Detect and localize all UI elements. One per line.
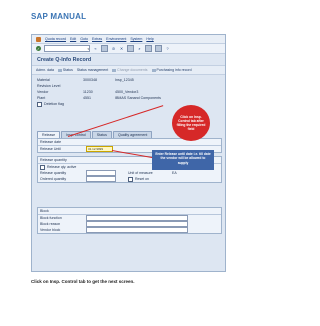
- reset-on-checkbox[interactable]: [128, 176, 133, 182]
- back-icon[interactable]: «: [93, 46, 98, 51]
- exit-icon[interactable]: ⊘: [111, 46, 116, 51]
- material-value: 3000348: [83, 78, 97, 82]
- material-desc: Insp_12345: [115, 78, 134, 82]
- sap-window: Quota record Edit Goto Extras Environmen…: [31, 34, 226, 272]
- vendor-value: 11230: [83, 90, 93, 94]
- ordered-quantity-input[interactable]: [86, 176, 116, 182]
- plant-label: Plant: [37, 96, 46, 100]
- block-header: Block: [38, 208, 221, 215]
- command-field[interactable]: ▾: [44, 45, 90, 52]
- doc-title: SAP MANUAL: [31, 12, 87, 21]
- reset-on-label: Reset on: [135, 177, 150, 181]
- menu-goto[interactable]: Goto: [80, 37, 88, 41]
- menu-system[interactable]: System: [130, 37, 142, 41]
- instruction-callout: Click on Insp. Control tab after filling…: [172, 105, 210, 141]
- vendor-desc: 4500_Vendor3: [115, 90, 139, 94]
- menu-extras[interactable]: Extras: [92, 37, 102, 41]
- deletion-flag-checkbox[interactable]: [37, 101, 42, 107]
- standard-toolbar: ✓ ▾ « ⊘ ✕ ⌕ ?: [32, 44, 225, 54]
- tab-release[interactable]: Release: [37, 131, 61, 138]
- status-icon: [57, 68, 62, 72]
- tab-strip: Release Insp. control Status Quality agr…: [37, 131, 153, 138]
- sap-menu-icon[interactable]: [36, 36, 41, 42]
- release-until-input[interactable]: 31.12.9999: [86, 146, 113, 152]
- cancel-icon[interactable]: ✕: [119, 46, 124, 51]
- plant-desc: IBMAS Sanand Components: [115, 96, 161, 100]
- purchasing-icon: [151, 68, 156, 72]
- deletion-flag-label: Deletion flag: [44, 102, 64, 106]
- tab-status[interactable]: Status: [91, 131, 112, 138]
- block-function-label: Block function: [40, 216, 62, 220]
- purchasing-info-label: Purchasing info record: [156, 68, 192, 72]
- header-form: Material 3000348 Insp_12345 Revision Level…: [32, 75, 225, 107]
- tab-insp-control[interactable]: Insp. control: [61, 131, 91, 138]
- plant-value: 4551: [83, 96, 91, 100]
- change-documents-button[interactable]: Change documents: [112, 68, 148, 72]
- release-qty-active-checkbox[interactable]: [40, 164, 45, 170]
- tab-quality-agreement[interactable]: Quality agreement: [112, 131, 153, 138]
- release-quantity-label: Release quantity: [40, 171, 67, 175]
- app-toolbar: Admn. data Status Status management Chan…: [32, 65, 225, 75]
- vendor-block-select[interactable]: [86, 227, 188, 233]
- admin-data-button[interactable]: Admn. data: [36, 68, 54, 72]
- menu-environment[interactable]: Environment: [106, 37, 126, 41]
- status-management-button[interactable]: Status management: [77, 68, 108, 72]
- revision-label: Revision Level: [37, 84, 61, 88]
- vendor-label: Vendor: [37, 90, 49, 94]
- block-reason-label: Block reason: [40, 222, 61, 226]
- unit-of-measure-label: Unit of measure: [128, 171, 153, 175]
- menu-edit[interactable]: Edit: [70, 37, 76, 41]
- release-qty-active-label: Release qty. active: [47, 165, 77, 169]
- status-button[interactable]: Status: [57, 68, 73, 72]
- document-icon: [112, 68, 117, 72]
- ordered-quantity-label: Ordered quantity: [40, 177, 67, 181]
- block-panel: Block Block function Block reason Vendor…: [37, 207, 222, 234]
- find-icon[interactable]: ⌕: [137, 46, 142, 51]
- unit-of-measure-value: EA: [172, 171, 177, 175]
- status-button-label: Status: [62, 68, 73, 72]
- menu-quota-record[interactable]: Quota record: [45, 37, 66, 41]
- menu-help[interactable]: Help: [146, 37, 153, 41]
- material-label: Material: [37, 78, 50, 82]
- save-icon[interactable]: [101, 45, 108, 52]
- page-icon[interactable]: [145, 45, 152, 52]
- enter-icon[interactable]: ✓: [36, 46, 41, 51]
- doc-caption: Click on Insp. Control tab to get the ne…: [31, 279, 135, 284]
- vendor-block-label: Vendor block: [40, 228, 61, 232]
- help-icon[interactable]: ?: [165, 46, 170, 51]
- layout-icon[interactable]: [155, 45, 162, 52]
- release-until-label: Release Until: [40, 147, 61, 151]
- purchasing-info-button[interactable]: Purchasing info record: [151, 68, 192, 72]
- change-documents-label: Change documents: [117, 68, 148, 72]
- instruction-note: Enter Release until date i.e. till date …: [152, 150, 214, 170]
- menubar: Quota record Edit Goto Extras Environmen…: [32, 35, 225, 44]
- window-title: Create Q-Info Record: [32, 54, 225, 65]
- print-icon[interactable]: [127, 45, 134, 52]
